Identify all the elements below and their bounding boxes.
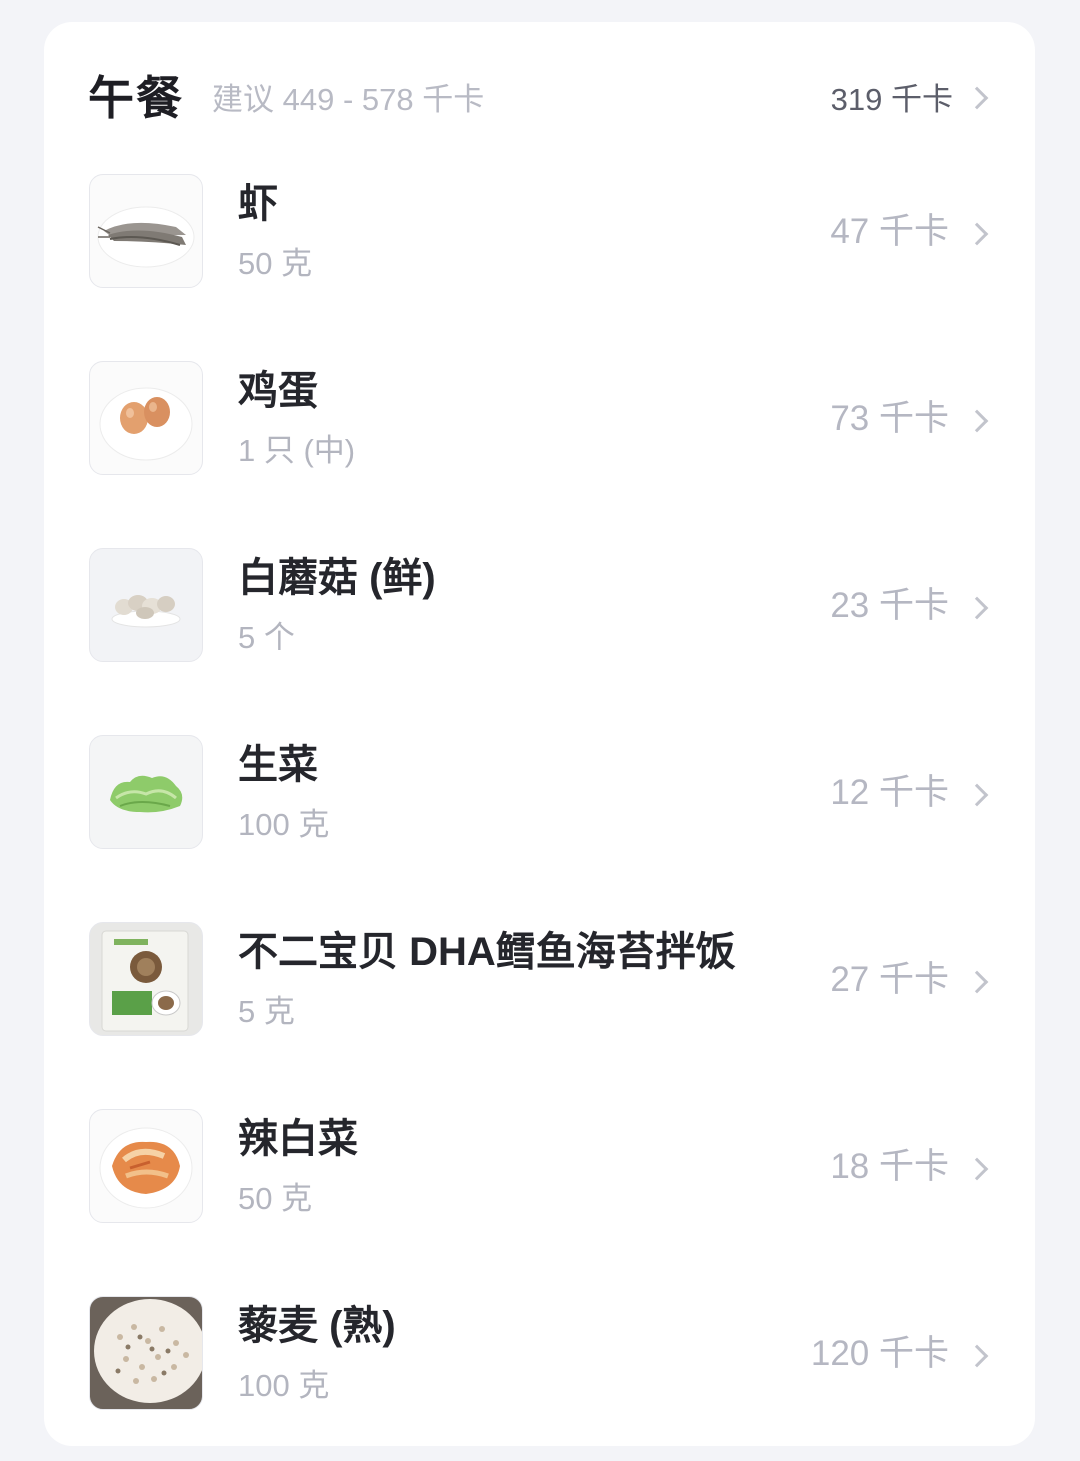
food-item-mushroom[interactable]: 白蘑菇 (鲜) 5 个 23 千卡 (44, 548, 1035, 664)
food-kcal: 47 千卡 (830, 212, 949, 251)
food-item-seaweed-rice[interactable]: 不二宝贝 DHA鳕鱼海苔拌饭 5 克 27 千卡 (44, 922, 1035, 1038)
food-name: 生菜 (238, 743, 318, 787)
food-kcal: 23 千卡 (830, 586, 949, 625)
chevron-right-icon[interactable] (965, 409, 989, 433)
chevron-right-icon[interactable] (965, 222, 989, 246)
food-item-shrimp[interactable]: 虾 50 克 47 千卡 (44, 174, 1035, 290)
meal-header[interactable]: 午餐 建议 449 - 578 千卡 319 千卡 (44, 70, 1035, 130)
chevron-right-icon[interactable] (965, 596, 989, 620)
food-name: 辣白菜 (238, 1117, 358, 1161)
food-amount: 5 个 (238, 620, 295, 655)
food-item-quinoa[interactable]: 藜麦 (熟) 100 克 120 千卡 (44, 1296, 1035, 1412)
food-name: 不二宝贝 DHA鳕鱼海苔拌饭 (238, 930, 736, 974)
food-item-egg[interactable]: 鸡蛋 1 只 (中) 73 千卡 (44, 361, 1035, 477)
chevron-right-icon[interactable] (965, 783, 989, 807)
food-kcal: 120 千卡 (810, 1334, 949, 1373)
chevron-right-icon[interactable] (965, 1157, 989, 1181)
food-kcal: 73 千卡 (830, 399, 949, 438)
mushrooms-thumbnail (89, 548, 203, 662)
lunch-card: 午餐 建议 449 - 578 千卡 319 千卡 虾 50 克 47 千卡 鸡… (44, 22, 1035, 1446)
food-name: 藜麦 (熟) (238, 1304, 396, 1348)
food-amount: 1 只 (中) (238, 433, 356, 468)
food-name: 虾 (238, 182, 278, 226)
chevron-right-icon[interactable] (965, 970, 989, 994)
food-amount: 50 克 (238, 246, 313, 281)
shrimp-thumbnail (89, 174, 203, 288)
food-item-lettuce[interactable]: 生菜 100 克 12 千卡 (44, 735, 1035, 851)
meal-title: 午餐 (88, 72, 184, 124)
food-name: 白蘑菇 (鲜) (238, 556, 436, 600)
eggs-thumbnail (89, 361, 203, 475)
food-amount: 100 克 (238, 807, 330, 842)
food-amount: 5 克 (238, 994, 295, 1029)
meal-suggested-range: 建议 449 - 578 千卡 (212, 82, 485, 117)
food-amount: 100 克 (238, 1368, 330, 1403)
food-kcal: 12 千卡 (830, 773, 949, 812)
food-amount: 50 克 (238, 1181, 313, 1216)
chevron-right-icon[interactable] (965, 86, 989, 110)
chevron-right-icon[interactable] (965, 1344, 989, 1368)
food-kcal: 18 千卡 (830, 1147, 949, 1186)
meal-total-kcal: 319 千卡 (830, 82, 953, 117)
food-name: 鸡蛋 (238, 369, 318, 413)
kimchi-thumbnail (89, 1109, 203, 1223)
package-thumbnail (89, 922, 203, 1036)
quinoa-thumbnail (89, 1296, 203, 1410)
lettuce-thumbnail (89, 735, 203, 849)
food-item-kimchi[interactable]: 辣白菜 50 克 18 千卡 (44, 1109, 1035, 1225)
food-kcal: 27 千卡 (830, 960, 949, 999)
